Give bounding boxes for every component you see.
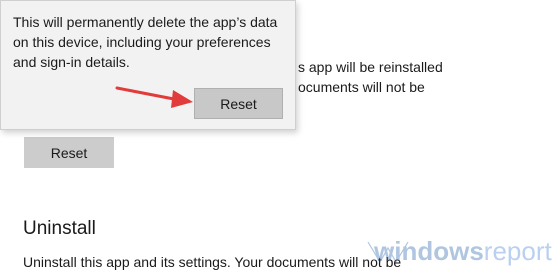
svg-text:windowsreport: windowsreport — [373, 236, 552, 266]
reset-button[interactable]: Reset — [24, 137, 114, 168]
reset-description-line-2: ocuments will not be — [298, 79, 425, 95]
watermark-text-report: report — [484, 236, 553, 266]
watermark-text-windows: windows — [373, 236, 484, 266]
uninstall-section-title: Uninstall — [23, 218, 96, 239]
windowsreport-watermark: windowsreport — [367, 236, 552, 266]
flyout-message: This will permanently delete the app’s d… — [13, 14, 278, 70]
flyout-reset-button[interactable]: Reset — [194, 88, 283, 119]
red-arrow-annotation — [115, 86, 193, 108]
uninstall-description: Uninstall this app and its settings. You… — [23, 254, 402, 270]
reset-confirmation-flyout: This will permanently delete the app’s d… — [0, 0, 296, 130]
reset-description-line-1: s app will be reinstalled — [298, 59, 443, 75]
